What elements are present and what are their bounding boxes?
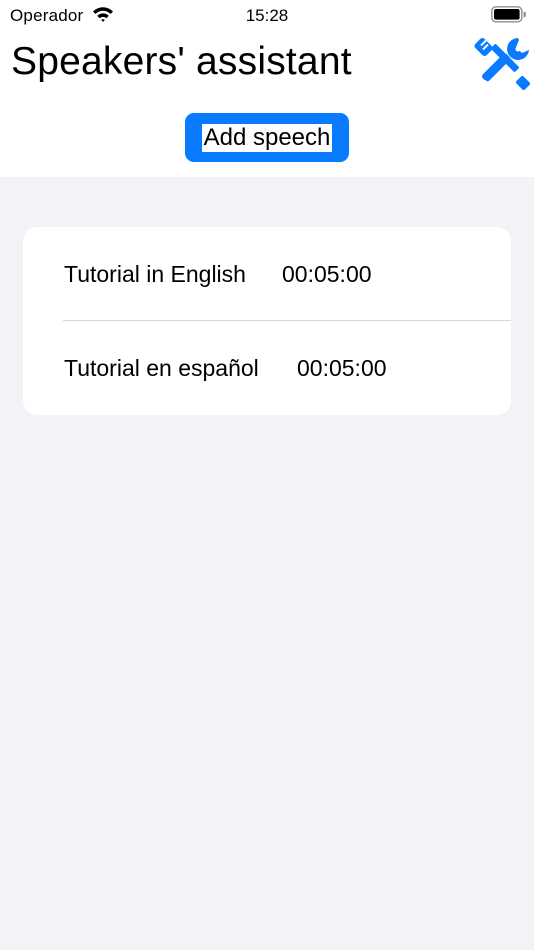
- add-speech-label: Add speech: [201, 123, 333, 152]
- status-bar: Operador 15:28: [0, 0, 534, 30]
- top-area: Operador 15:28 Speakers' assistant Add s…: [0, 0, 534, 177]
- settings-button[interactable]: [471, 34, 533, 96]
- speech-title: Tutorial en español: [64, 355, 259, 381]
- list-item[interactable]: Tutorial en español 00:05:00: [23, 321, 511, 415]
- speech-list: Tutorial in English 00:05:00 Tutorial en…: [23, 227, 511, 415]
- page-title: Speakers' assistant: [11, 40, 352, 83]
- speech-duration: 00:05:00: [282, 261, 372, 287]
- speech-title: Tutorial in English: [64, 261, 246, 287]
- tools-icon: [474, 37, 530, 90]
- speech-duration: 00:05:00: [297, 355, 387, 381]
- status-time: 15:28: [245, 6, 289, 25]
- list-item[interactable]: Tutorial in English 00:05:00: [23, 227, 511, 321]
- battery-icon: [491, 6, 526, 23]
- add-speech-button[interactable]: Add speech: [185, 113, 349, 162]
